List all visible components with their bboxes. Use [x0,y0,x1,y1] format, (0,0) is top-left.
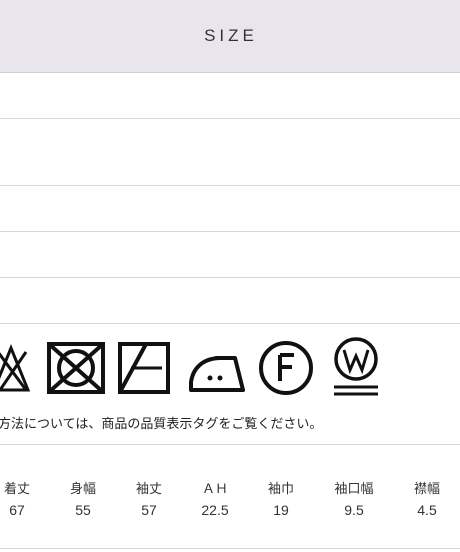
divider [0,548,460,549]
divider [0,323,460,324]
size-column-value: 22.5 [201,502,229,518]
size-column-header: 袖丈 [135,481,162,496]
size-column-value: 9.5 [344,502,364,518]
size-column: ＡＨ 22.5 [185,478,245,518]
size-column-header: 襟幅 [413,481,440,496]
size-column: 身幅 55 [53,478,113,518]
size-column-value: 19 [273,502,289,518]
divider [0,277,460,278]
size-column: 袖丈 57 [119,478,179,518]
size-column-header: ＡＨ [201,481,228,496]
line-dry-icon [118,342,170,394]
size-column-header: 袖口幅 [334,481,374,496]
wet-clean-w-icon [334,337,378,396]
divider [0,118,460,119]
care-note-text: 方法については、商品の品質表示タグをご覧ください。 [0,416,323,431]
size-column: 袖巾 19 [251,478,311,518]
size-title: SIZE [204,26,258,45]
size-column-header: 身幅 [69,481,96,496]
size-column-value: 57 [141,502,157,518]
care-symbols-row [0,337,460,402]
size-column-value: 4.5 [417,502,437,518]
divider [0,444,460,445]
no-bleach-icon [0,344,30,392]
size-column-value: 67 [9,502,25,518]
size-column: 袖口幅 9.5 [324,478,384,518]
iron-low-icon [189,356,245,392]
size-column-header: 袖巾 [267,481,294,496]
size-column-header: 着丈 [3,481,30,496]
no-tumble-dry-icon [47,342,105,394]
size-column: 着丈 67 [0,478,47,518]
size-column-value: 55 [75,502,91,518]
dry-clean-f-icon [259,341,313,395]
divider [0,231,460,232]
divider [0,185,460,186]
size-header: SIZE [0,0,460,73]
size-column: 襟幅 4.5 [397,478,457,518]
